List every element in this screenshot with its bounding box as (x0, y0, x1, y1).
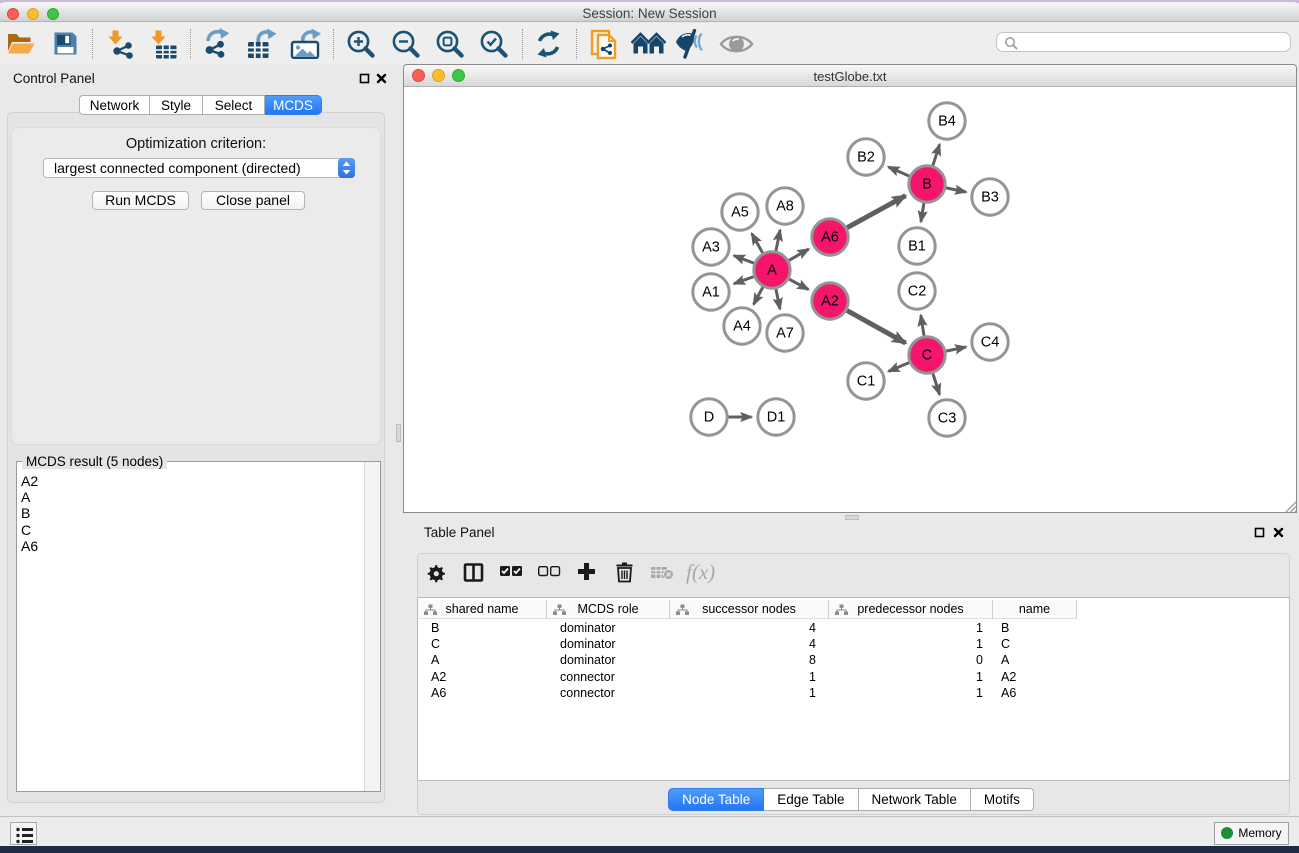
svg-text:B: B (922, 177, 932, 193)
svg-text:B3: B3 (981, 190, 999, 206)
svg-text:A3: A3 (702, 240, 720, 256)
svg-text:A: A (767, 263, 777, 279)
svg-text:A2: A2 (821, 294, 839, 310)
svg-text:A1: A1 (702, 285, 720, 301)
svg-text:C4: C4 (981, 335, 1000, 351)
svg-text:A8: A8 (776, 199, 794, 215)
svg-text:D1: D1 (767, 410, 786, 426)
svg-text:B4: B4 (938, 114, 956, 130)
svg-text:B2: B2 (857, 150, 875, 166)
svg-text:C1: C1 (857, 374, 876, 390)
svg-text:A5: A5 (731, 205, 749, 221)
svg-text:C2: C2 (908, 284, 927, 300)
svg-text:A4: A4 (733, 319, 751, 335)
svg-text:D: D (704, 410, 714, 426)
svg-text:A7: A7 (776, 326, 794, 342)
svg-text:B1: B1 (908, 239, 926, 255)
svg-text:A6: A6 (821, 230, 839, 246)
svg-text:C3: C3 (938, 411, 957, 427)
svg-text:C: C (922, 348, 932, 364)
